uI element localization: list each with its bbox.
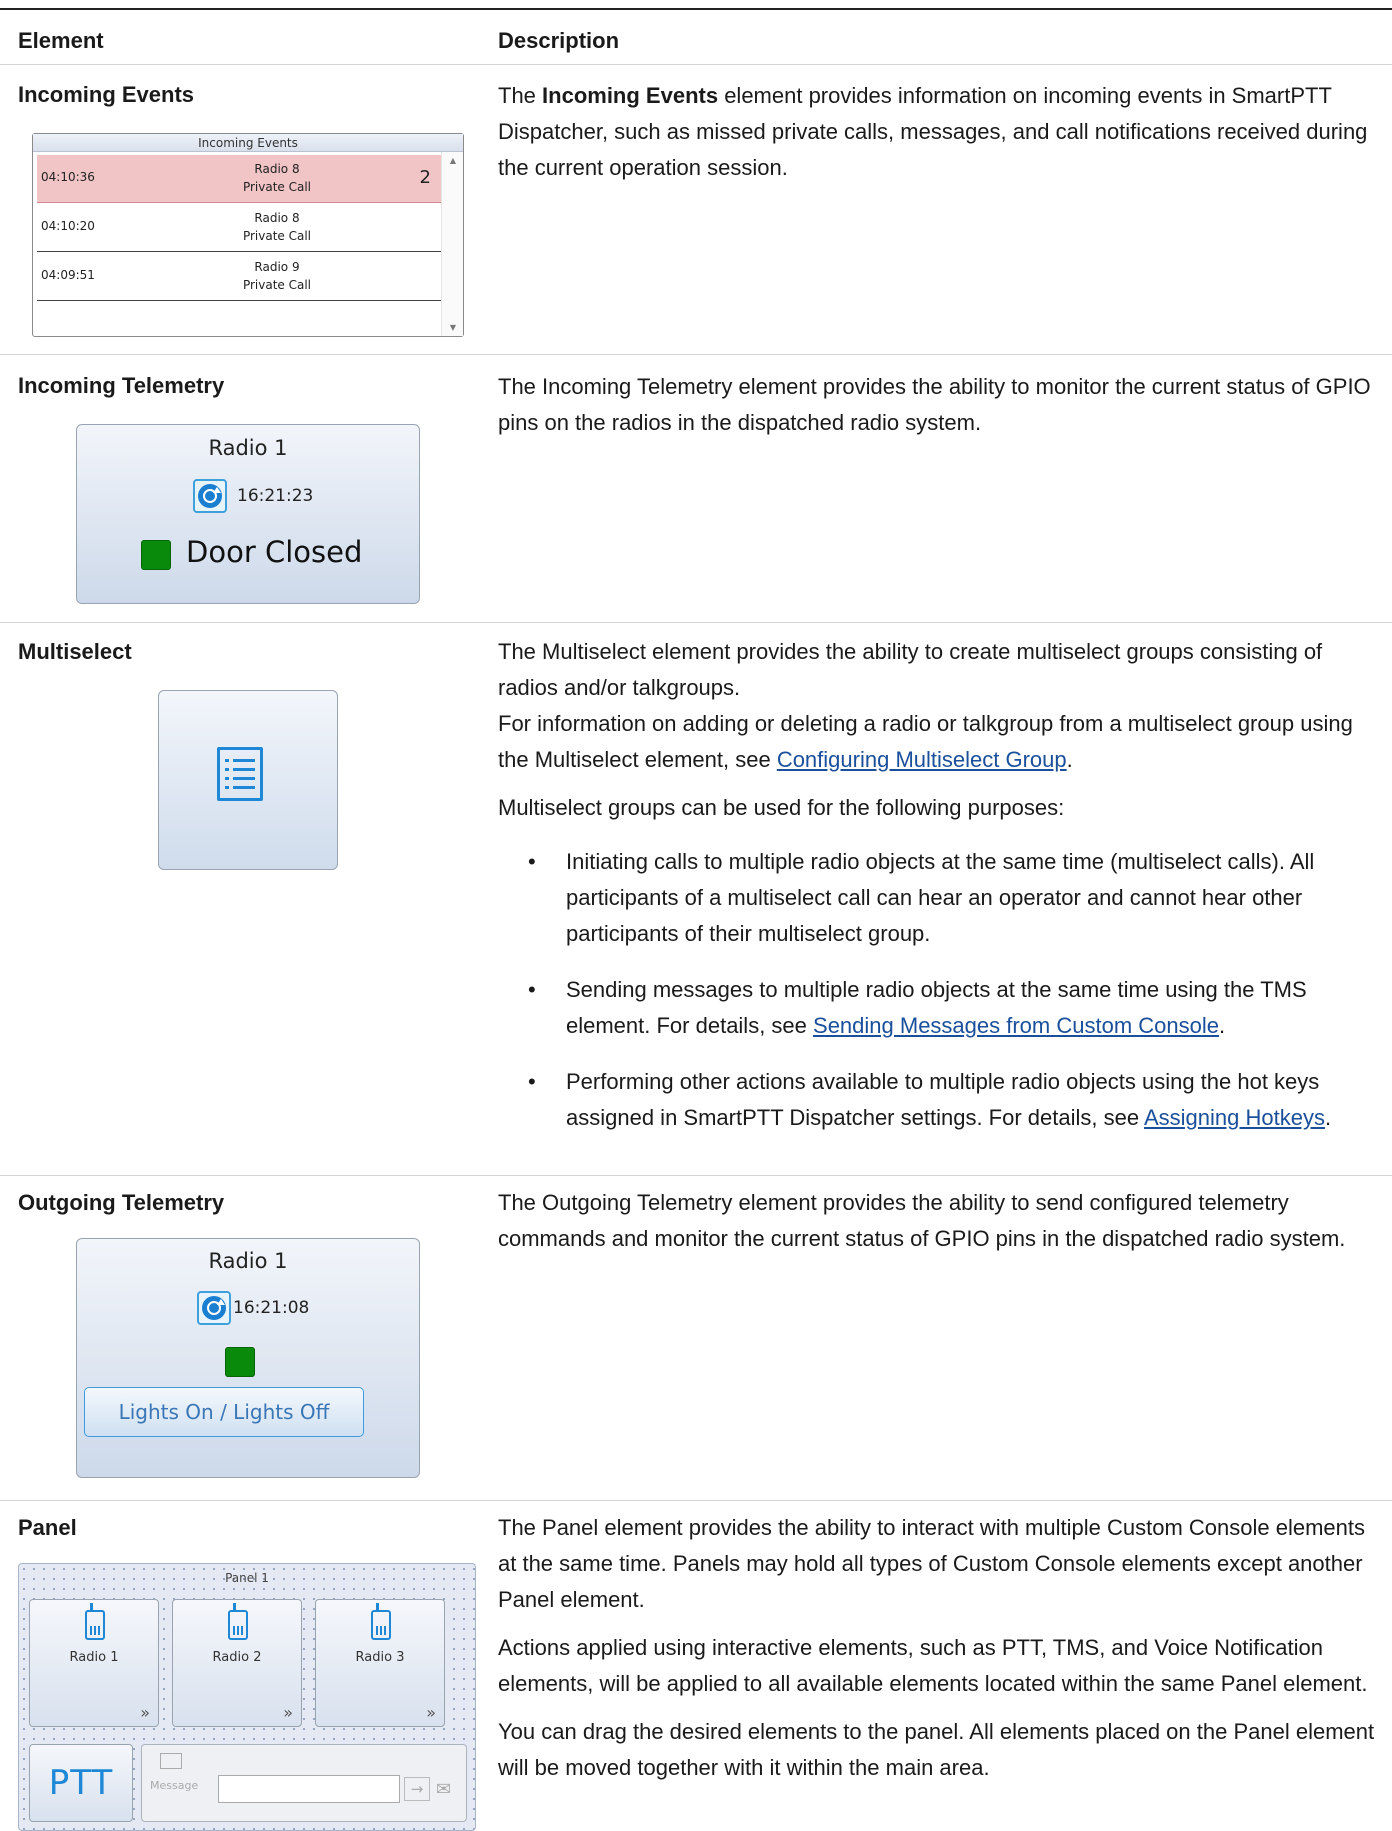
event-time: 04:10:20	[41, 219, 95, 233]
telemetry-status-label: Door Closed	[186, 535, 363, 569]
event-radio: Radio 8	[254, 162, 300, 176]
event-list-scrollbar[interactable]: ▲ ▼	[441, 152, 463, 336]
telemetry-radio-name: Radio 1	[208, 1249, 288, 1273]
list-item: • Sending messages to multiple radio obje…	[498, 972, 1384, 1044]
scroll-down-icon[interactable]: ▼	[442, 323, 464, 332]
expand-chevron-icon[interactable]: »	[140, 1703, 150, 1722]
bullet: •	[528, 849, 536, 874]
event-source: Radio 9 Private Call	[197, 258, 357, 294]
element-name-multiselect: Multiselect	[18, 639, 132, 664]
multiselect-widget[interactable]	[158, 690, 338, 870]
telemetry-time: 16:21:23	[237, 486, 314, 506]
bullet: •	[528, 1069, 536, 1094]
desc-text: The Incoming Telemetry element provides …	[498, 374, 1371, 435]
panel-title: Panel 1	[225, 1571, 269, 1585]
scroll-up-icon[interactable]: ▲	[442, 156, 464, 165]
element-name-outgoing-telemetry: Outgoing Telemetry	[18, 1190, 225, 1215]
row-divider	[0, 622, 1392, 623]
desc-text: The Multiselect element provides the abi…	[498, 639, 1323, 700]
event-source: Radio 8 Private Call	[197, 209, 357, 245]
event-type: Private Call	[242, 180, 312, 194]
description-incoming-telemetry: The Incoming Telemetry element provides …	[498, 369, 1384, 457]
status-indicator-icon	[141, 540, 171, 570]
desc-text: The	[498, 83, 543, 108]
expand-chevron-icon[interactable]: »	[426, 1703, 436, 1722]
event-type: Private Call	[242, 229, 312, 243]
desc-text: Initiating calls to multiple radio objec…	[566, 849, 1315, 946]
link-sending-messages[interactable]: Sending Messages from Custom Console	[813, 1013, 1219, 1038]
element-name-panel: Panel	[18, 1515, 77, 1540]
event-type: Private Call	[242, 278, 312, 292]
expand-chevron-icon[interactable]: »	[283, 1703, 293, 1722]
event-radio: Radio 9	[254, 260, 300, 274]
document-page: Element Description Incoming Events Inco…	[0, 0, 1392, 1831]
message-box: Message → ✉	[141, 1744, 467, 1822]
description-panel: The Panel element provides the ability t…	[498, 1510, 1384, 1802]
incoming-events-widget: Incoming Events 04:10:36 Radio 8 Private…	[32, 133, 464, 337]
desc-text: .	[1218, 1013, 1226, 1038]
description-multiselect: The Multiselect element provides the abi…	[498, 634, 1384, 1156]
incoming-events-widget-title: Incoming Events	[33, 134, 463, 152]
event-time: 04:10:36	[41, 170, 95, 184]
top-rule	[0, 8, 1392, 10]
radio-tile[interactable]: Radio 2 »	[172, 1599, 302, 1727]
radio-tile-label: Radio 2	[212, 1650, 262, 1665]
sync-icon	[193, 479, 227, 513]
radio-tile[interactable]: Radio 1 »	[29, 1599, 159, 1727]
send-arrow-icon[interactable]: →	[404, 1777, 430, 1801]
desc-text: .	[1324, 1105, 1332, 1130]
radio-icon	[228, 1603, 248, 1640]
message-input[interactable]	[218, 1775, 400, 1803]
column-header-description: Description	[498, 28, 620, 53]
list-item: • Initiating calls to multiple radio obje…	[498, 844, 1384, 952]
desc-bold-term: Incoming Events	[542, 83, 719, 108]
desc-text: Multiselect groups can be used for the f…	[498, 795, 1065, 820]
event-source: Radio 8 Private Call	[197, 160, 357, 196]
ptt-button[interactable]: PTT	[29, 1744, 133, 1822]
radio-icon	[85, 1603, 105, 1640]
event-time: 04:09:51	[41, 268, 95, 282]
row-divider	[0, 354, 1392, 355]
description-incoming-events: The Incoming Events element provides inf…	[498, 78, 1384, 202]
row-divider	[0, 1175, 1392, 1176]
radio-icon	[371, 1603, 391, 1640]
list-icon	[217, 747, 263, 801]
purpose-list: • Initiating calls to multiple radio obje…	[498, 844, 1384, 1136]
incoming-telemetry-widget: Radio 1 16:21:23 Door Closed	[76, 424, 420, 604]
radio-tile-label: Radio 1	[69, 1650, 119, 1665]
envelope-icon	[160, 1753, 182, 1769]
desc-text: Actions applied using interactive elemen…	[498, 1635, 1368, 1696]
event-radio: Radio 8	[254, 211, 300, 225]
event-row[interactable]: 04:09:51 Radio 9 Private Call	[37, 253, 441, 301]
event-row[interactable]: 04:10:36 Radio 8 Private Call 2	[37, 155, 441, 203]
desc-text: The Outgoing Telemetry element provides …	[498, 1190, 1346, 1251]
list-item: • Performing other actions available to m…	[498, 1064, 1384, 1136]
column-header-element: Element	[18, 28, 104, 53]
desc-text: You can drag the desired elements to the…	[498, 1719, 1375, 1780]
bullet: •	[528, 977, 536, 1002]
panel-widget[interactable]: Panel 1 Radio 1 » Radio 2 » Radio 3 » PT…	[18, 1563, 476, 1831]
link-configuring-multiselect-group[interactable]: Configuring Multiselect Group	[777, 747, 1067, 772]
desc-text: .	[1066, 747, 1073, 772]
element-name-incoming-telemetry: Incoming Telemetry	[18, 373, 225, 398]
radio-tile[interactable]: Radio 3 »	[315, 1599, 445, 1727]
row-divider	[0, 1500, 1392, 1501]
status-indicator-icon	[225, 1347, 255, 1377]
header-divider	[0, 64, 1392, 65]
event-row[interactable]: 04:10:20 Radio 8 Private Call	[37, 204, 441, 252]
message-label: Message	[150, 1779, 199, 1792]
radio-tile-label: Radio 3	[355, 1650, 405, 1665]
lights-toggle-button[interactable]: Lights On / Lights Off	[84, 1387, 364, 1437]
description-outgoing-telemetry: The Outgoing Telemetry element provides …	[498, 1185, 1384, 1273]
element-name-incoming-events: Incoming Events	[18, 82, 195, 107]
outgoing-telemetry-widget: Radio 1 16:21:08 Lights On / Lights Off	[76, 1238, 420, 1478]
sync-icon	[197, 1291, 231, 1325]
mail-icon[interactable]: ✉	[436, 1779, 451, 1800]
desc-text: The Panel element provides the ability t…	[498, 1515, 1365, 1612]
event-count: 2	[419, 167, 431, 188]
link-assigning-hotkeys[interactable]: Assigning Hotkeys	[1144, 1105, 1325, 1130]
telemetry-radio-name: Radio 1	[208, 436, 288, 460]
telemetry-time: 16:21:08	[233, 1298, 310, 1318]
